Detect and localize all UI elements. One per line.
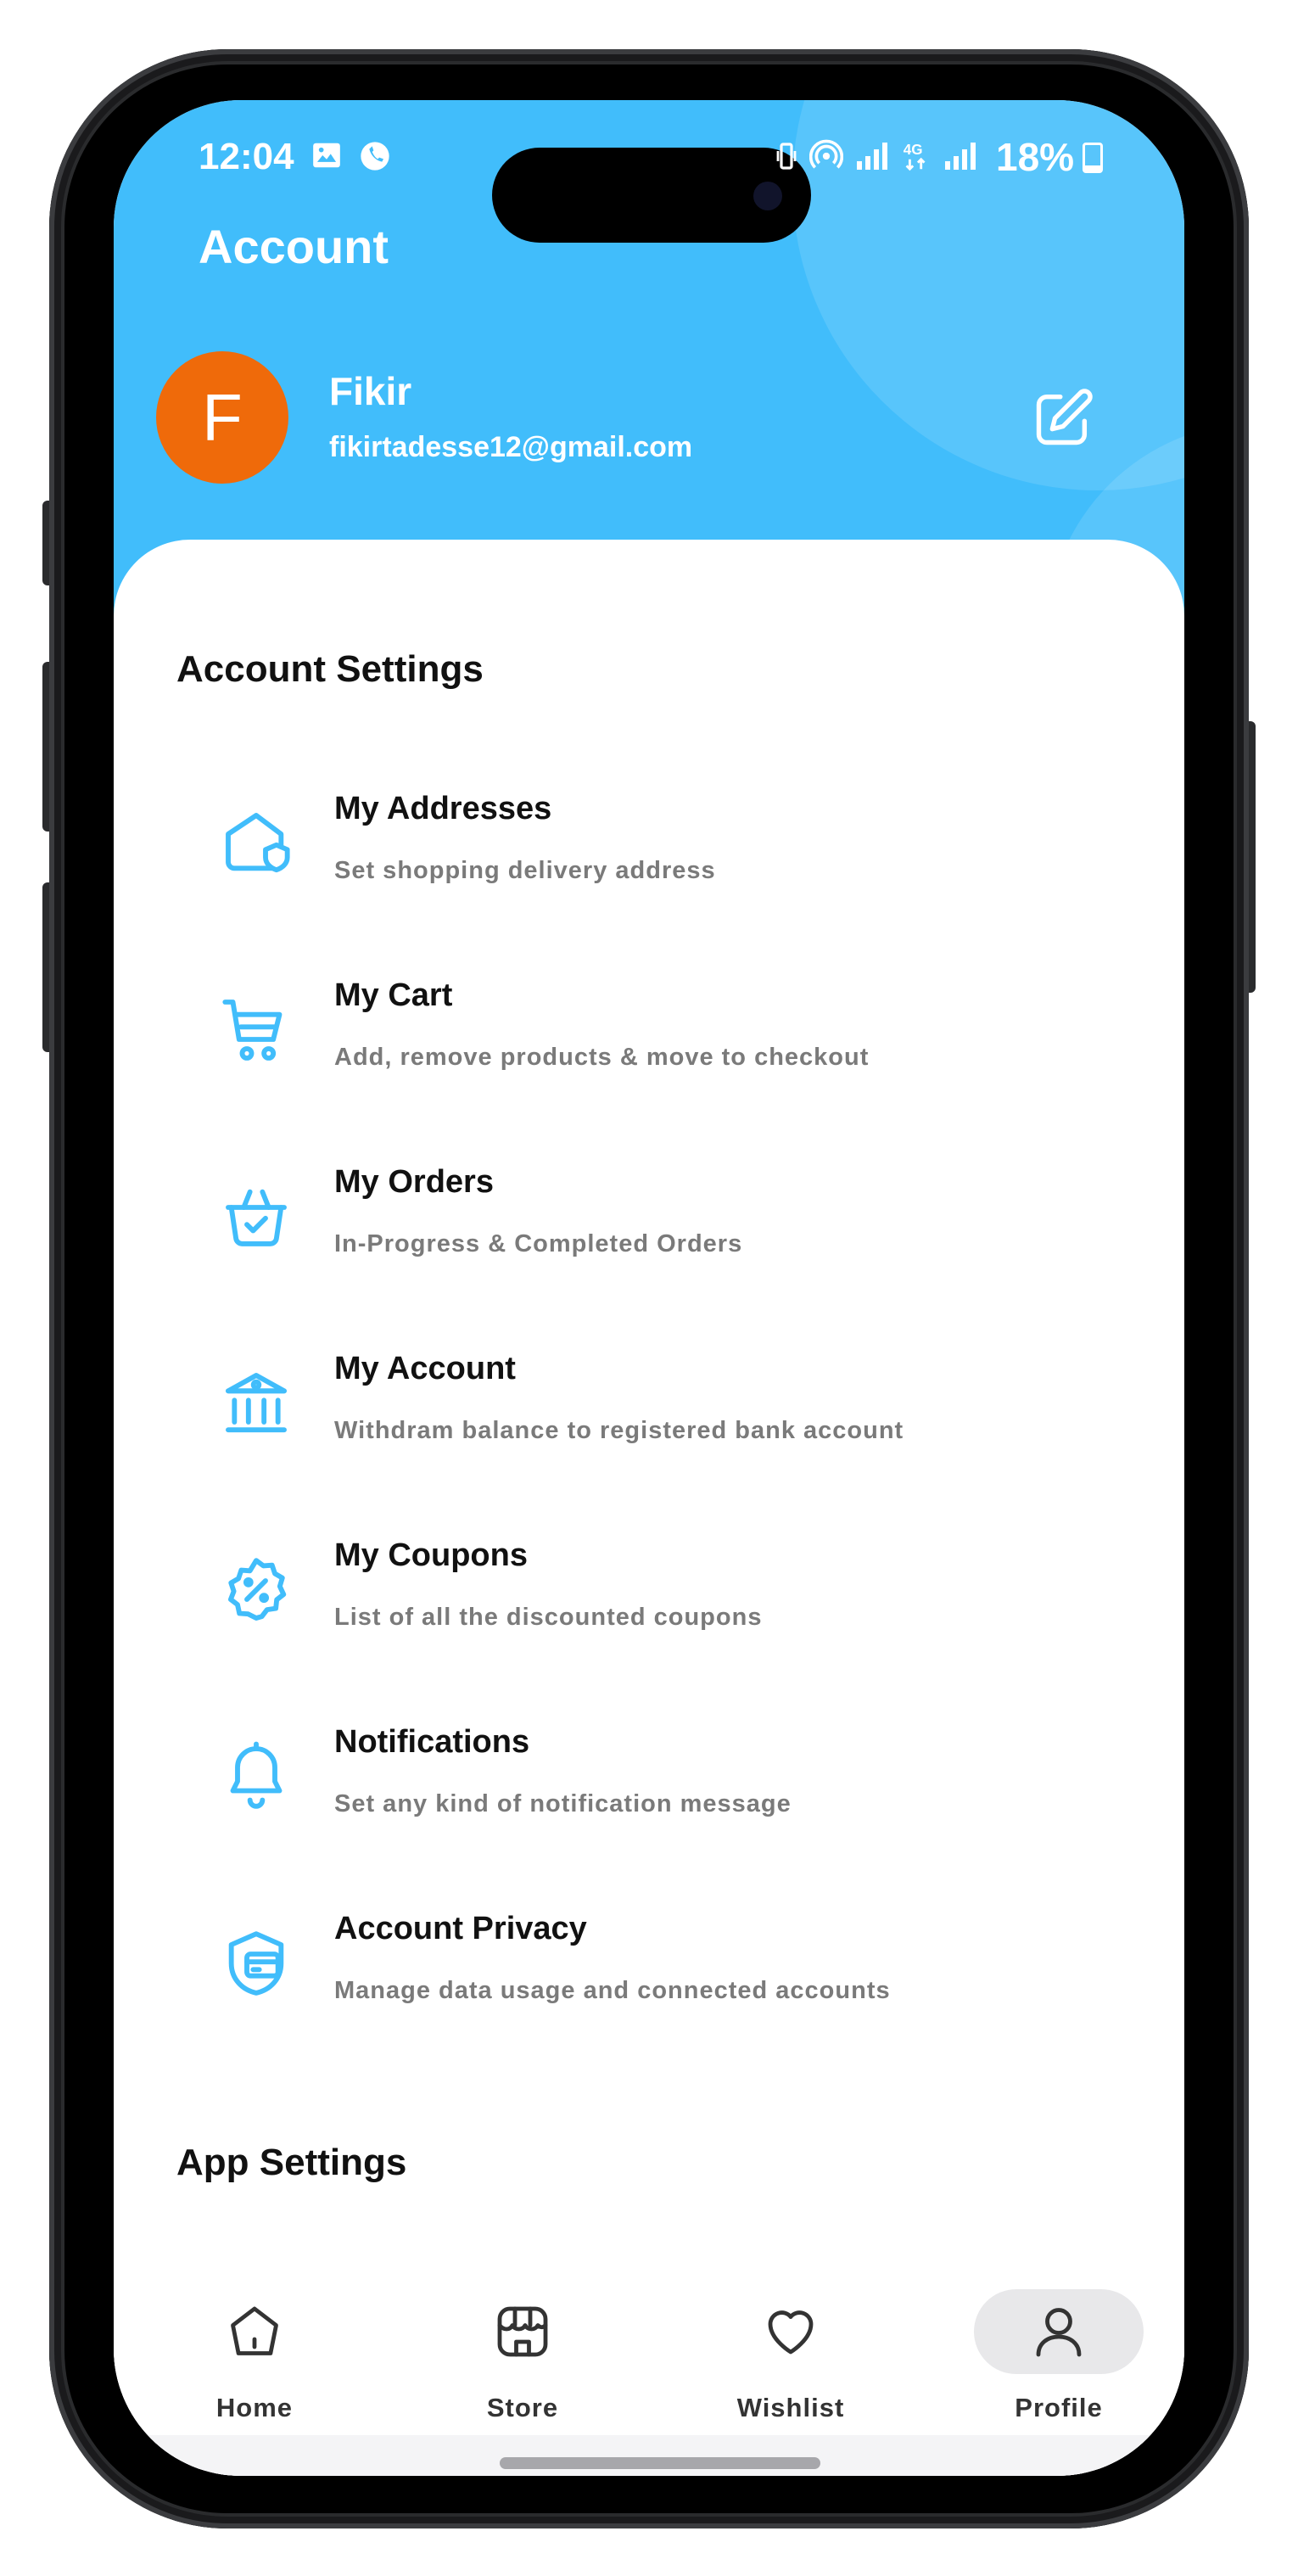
- vibrate-icon: [776, 143, 797, 170]
- user-name: Fikir: [329, 369, 412, 413]
- orders-icon: [215, 1176, 297, 1257]
- menu-item-title: Notifications: [334, 1724, 530, 1760]
- status-left-icons: [311, 139, 392, 173]
- svg-text:4G: 4G: [904, 142, 923, 158]
- signal-icon: [857, 143, 887, 170]
- menu-item-title: My Orders: [334, 1164, 494, 1200]
- home-icon: [221, 2298, 288, 2366]
- nav-item-wishlist[interactable]: Wishlist: [697, 2289, 884, 2442]
- phone-app-icon: [361, 142, 389, 171]
- dynamic-island: [492, 148, 811, 243]
- status-time: 12:04: [199, 136, 294, 177]
- menu-item-title: My Cart: [334, 977, 453, 1013]
- menu-item-privacy[interactable]: Account Privacy Manage data usage and co…: [215, 1902, 1132, 2055]
- heart-icon: [757, 2298, 825, 2366]
- user-icon: [1025, 2298, 1093, 2366]
- menu-item-addresses[interactable]: My Addresses Set shopping delivery addre…: [215, 782, 1132, 935]
- status-right-icons: 4G: [775, 139, 977, 173]
- menu-item-title: My Addresses: [334, 791, 552, 826]
- menu-item-cart[interactable]: My Cart Add, remove products & move to c…: [215, 969, 1132, 1122]
- bank-icon: [215, 1363, 297, 1444]
- coupon-icon: [215, 1549, 297, 1631]
- app-screen: 12:04 4G 18% Account F Fikir fikirtadess…: [114, 100, 1184, 2476]
- menu-item-orders[interactable]: My Orders In-Progress & Completed Orders: [215, 1156, 1132, 1308]
- settings-content: Account Settings My Addresses Set shoppi…: [114, 540, 1184, 2476]
- app-settings-title: App Settings: [176, 2142, 407, 2183]
- menu-item-subtitle: Set shopping delivery address: [334, 857, 716, 884]
- nav-item-home[interactable]: Home: [161, 2289, 348, 2442]
- menu-item-subtitle: Add, remove products & move to checkout: [334, 1044, 870, 1071]
- privacy-icon: [215, 1923, 297, 2004]
- user-email: fikirtadesse12@gmail.com: [329, 431, 693, 463]
- bell-icon: [215, 1736, 297, 1817]
- menu-item-notifications[interactable]: Notifications Set any kind of notificati…: [215, 1716, 1132, 1868]
- front-camera: [753, 182, 782, 210]
- store-icon: [489, 2298, 557, 2366]
- menu-item-subtitle: In-Progress & Completed Orders: [334, 1230, 743, 1257]
- menu-item-subtitle: Manage data usage and connected accounts: [334, 1977, 891, 2004]
- signal-icon-2: [945, 143, 976, 170]
- battery-icon: [1083, 143, 1103, 173]
- menu-item-coupons[interactable]: My Coupons List of all the discounted co…: [215, 1529, 1132, 1682]
- nav-label: Wishlist: [736, 2393, 845, 2422]
- nav-label: Home: [215, 2393, 294, 2422]
- menu-item-title: Account Privacy: [334, 1911, 587, 1946]
- nav-bottom-strip: [114, 2435, 1184, 2476]
- address-icon: [215, 803, 297, 884]
- gallery-icon: [313, 143, 340, 168]
- page-title: Account: [199, 220, 389, 273]
- avatar[interactable]: F: [156, 351, 288, 484]
- account-settings-title: Account Settings: [176, 648, 484, 690]
- menu-item-subtitle: List of all the discounted coupons: [334, 1604, 763, 1631]
- edit-profile-button[interactable]: [1027, 382, 1099, 455]
- nav-item-profile[interactable]: Profile: [965, 2289, 1152, 2442]
- network-4g-icon: 4G: [904, 142, 926, 171]
- nav-label: Store: [486, 2393, 559, 2422]
- nav-label: Profile: [1015, 2393, 1103, 2422]
- menu-item-account[interactable]: My Account Withdram balance to registere…: [215, 1342, 1132, 1495]
- menu-item-title: My Account: [334, 1351, 516, 1386]
- battery-percent: 18%: [996, 135, 1075, 179]
- nav-item-store[interactable]: Store: [429, 2289, 616, 2442]
- hotspot-icon: [809, 139, 843, 169]
- menu-item-subtitle: Set any kind of notification message: [334, 1790, 792, 1817]
- edit-icon: [1036, 389, 1093, 445]
- home-indicator[interactable]: [500, 2457, 820, 2469]
- status-bar: 12:04 4G 18%: [114, 117, 1184, 243]
- menu-item-title: My Coupons: [334, 1537, 528, 1573]
- cart-icon: [215, 989, 297, 1071]
- menu-item-subtitle: Withdram balance to registered bank acco…: [334, 1417, 904, 1444]
